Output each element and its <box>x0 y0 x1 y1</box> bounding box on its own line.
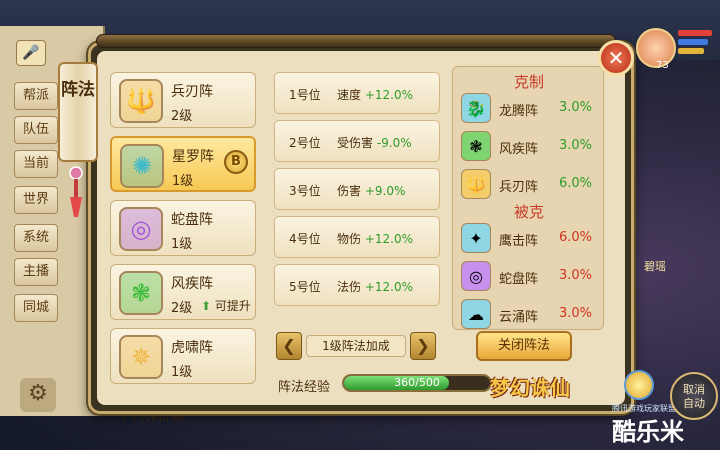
player-status-bars <box>678 30 716 57</box>
position-attribute: 伤害 +9.0% <box>337 184 406 198</box>
close-formation-button[interactable]: 关闭阵法 <box>476 331 572 361</box>
position-attribute: 物伤 +12.0% <box>337 232 414 246</box>
exp-label: 阵法经验 <box>278 380 331 395</box>
position-label: 3号位 <box>289 184 321 198</box>
position-row: 4号位 物伤 +12.0% <box>274 216 440 258</box>
formation-percent: 3.0% <box>559 268 593 283</box>
countered-row: ◎ 蛇盘阵 3.0% <box>459 259 599 293</box>
formation-level: 2级 <box>171 301 193 316</box>
chat-channel-button[interactable]: 世界 <box>14 186 58 214</box>
counter-panel: 克制 🐉 龙腾阵 3.0% ❃ 风疾阵 3.0% 🔱 兵刃阵 6.0% 被克 ✦ 鹰击阵 6.0% ◎ 蛇盘阵… <box>452 66 604 330</box>
formation-list-item[interactable]: ✵ 虎啸阵 1级 <box>110 328 256 384</box>
formation-name: 龙腾阵 <box>499 104 539 119</box>
chat-channel-button[interactable]: 同城 <box>14 294 58 322</box>
formation-name: 风疾阵 <box>171 276 213 292</box>
exp-progress-bar: 360/500 <box>342 374 492 392</box>
formation-percent: 6.0% <box>559 230 593 245</box>
formation-name: 蛇盘阵 <box>171 212 213 228</box>
formation-icon: 🐉 <box>461 93 491 123</box>
formation-tab-label: 阵法 <box>61 80 95 100</box>
formation-level: 1级 <box>171 237 193 252</box>
countered-row: ✦ 鹰击阵 6.0% <box>459 221 599 255</box>
exp-progress-text: 360/500 <box>394 376 440 389</box>
chat-channel-button[interactable]: 当前 <box>14 150 58 178</box>
scroll-rod-decoration <box>96 34 616 48</box>
tassel-decoration-icon <box>69 166 83 217</box>
formation-icon: ◎ <box>119 207 163 251</box>
formation-name: 星罗阵 <box>172 149 214 165</box>
chat-channel-button[interactable]: 主播 <box>14 258 58 286</box>
counters-row: 🔱 兵刃阵 6.0% <box>459 167 599 201</box>
cancel-auto-label: 取消 自动 <box>683 383 705 410</box>
position-row: 1号位 速度 +12.0% <box>274 72 440 114</box>
position-attribute: 法伤 +12.0% <box>337 280 414 294</box>
chat-channel-button[interactable]: 队伍 <box>14 116 58 144</box>
prev-arrow-icon[interactable]: ❮ <box>276 332 302 360</box>
formation-name: 鹰击阵 <box>499 234 539 249</box>
position-attribute: 受伤害 -9.0% <box>337 136 412 150</box>
formation-list[interactable]: 🔱 兵刃阵 2级 ✺ 星罗阵 1级 B ◎ 蛇盘阵 1级 ❃ 风疾阵 2级 ⬆ 可提升 ✵ 虎啸阵 1级 <box>110 72 256 392</box>
formation-name: 风疾阵 <box>499 142 539 157</box>
watermark-text: 酷乐米 <box>612 418 684 446</box>
formation-percent: 3.0% <box>559 306 593 321</box>
formation-percent: 3.0% <box>559 138 593 153</box>
formation-icon: ◎ <box>461 261 491 291</box>
countered-title: 被克 <box>513 203 544 221</box>
formation-icon: ✺ <box>120 144 164 188</box>
npc-name-label: 碧瑶 <box>644 260 666 273</box>
player-level: 73 <box>656 60 669 71</box>
counters-title: 克制 <box>513 73 544 91</box>
formation-percent: 3.0% <box>559 100 593 115</box>
position-attribute: 速度 +12.0% <box>337 88 414 102</box>
formation-icon: 🔱 <box>119 79 163 123</box>
formation-name: 虎啸阵 <box>171 340 213 356</box>
microphone-icon[interactable]: 🎤 <box>16 40 46 66</box>
position-label: 5号位 <box>289 280 321 294</box>
formation-level: 1级 <box>171 365 193 380</box>
formation-icon: 🔱 <box>461 169 491 199</box>
formation-level: 1级 <box>172 174 194 189</box>
position-label: 2号位 <box>289 136 321 150</box>
position-label: 1号位 <box>289 88 321 102</box>
formation-badge-icon: B <box>224 150 248 174</box>
formation-name: 云涌阵 <box>499 310 539 325</box>
formation-name: 兵刃阵 <box>171 84 213 100</box>
formation-tab[interactable]: 阵法 <box>58 62 98 162</box>
position-row: 5号位 法伤 +12.0% <box>274 264 440 306</box>
formation-level: 2级 <box>171 109 193 124</box>
bonus-level-selector: ❮ 1级阵法加成 ❯ <box>276 332 436 360</box>
formation-list-item[interactable]: ❃ 风疾阵 2级 ⬆ 可提升 <box>110 264 256 320</box>
next-arrow-icon[interactable]: ❯ <box>410 332 436 360</box>
formation-list-item[interactable]: ✺ 星罗阵 1级 B <box>110 136 256 192</box>
formation-icon: ❃ <box>119 271 163 315</box>
countered-row: ☁ 云涌阵 3.0% <box>459 297 599 331</box>
game-logo: 梦幻诛仙 <box>490 376 570 400</box>
position-row: 3号位 伤害 +9.0% <box>274 168 440 210</box>
formation-list-item[interactable]: ◎ 蛇盘阵 1级 <box>110 200 256 256</box>
formation-icon: ❃ <box>461 131 491 161</box>
formation-name: 兵刃阵 <box>499 180 539 195</box>
counters-row: 🐉 龙腾阵 3.0% <box>459 91 599 125</box>
upgrade-hint: ⬆ 可提升 <box>201 299 251 313</box>
chat-channel-button[interactable]: 系统 <box>14 224 58 252</box>
formation-icon: ✵ <box>119 335 163 379</box>
tencent-league-icon[interactable] <box>624 370 654 400</box>
gear-icon[interactable]: ⚙ <box>20 378 56 412</box>
formation-icon: ✦ <box>461 223 491 253</box>
chat-channel-button[interactable]: 帮派 <box>14 82 58 110</box>
formation-icon: ☁ <box>461 299 491 329</box>
position-label: 4号位 <box>289 232 321 246</box>
position-row: 2号位 受伤害 -9.0% <box>274 120 440 162</box>
position-bonus-table: 1号位 速度 +12.0% 2号位 受伤害 -9.0% 3号位 伤害 +9.0% 4号位 物伤… <box>274 72 440 322</box>
counters-row: ❃ 风疾阵 3.0% <box>459 129 599 163</box>
close-icon[interactable]: ✕ <box>598 40 634 76</box>
formation-list-item[interactable]: 🔱 兵刃阵 2级 <box>110 72 256 128</box>
bonus-level-label: 1级阵法加成 <box>306 335 406 357</box>
formation-percent: 6.0% <box>559 176 593 191</box>
formation-name: 蛇盘阵 <box>499 272 539 287</box>
